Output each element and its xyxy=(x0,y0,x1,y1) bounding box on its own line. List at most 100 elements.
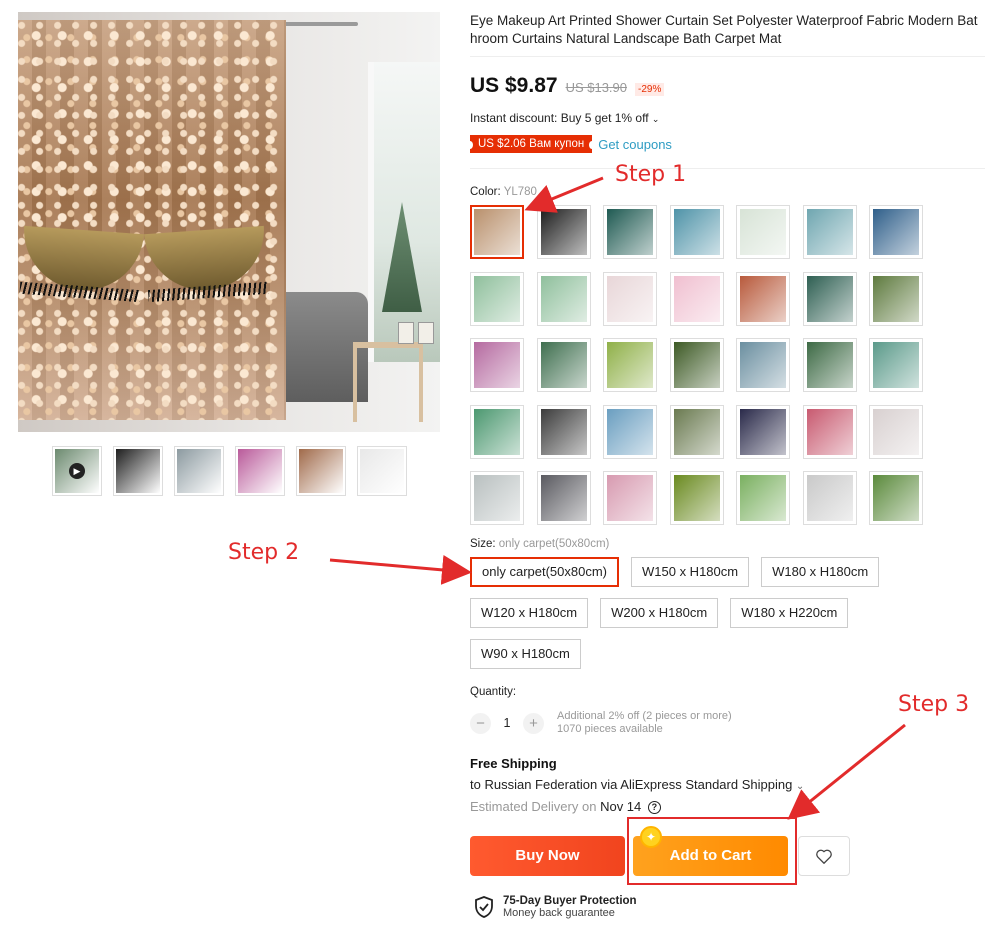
color-swatch[interactable] xyxy=(869,271,923,326)
size-option-w180-h180[interactable]: W180 x H180cm xyxy=(761,557,880,587)
color-swatch[interactable] xyxy=(802,471,857,525)
size-label-text: Size: xyxy=(470,538,496,550)
color-swatch[interactable] xyxy=(536,338,591,392)
color-swatch-image xyxy=(607,408,653,455)
color-swatch[interactable] xyxy=(669,471,724,525)
chevron-down-icon: ⌄ xyxy=(795,781,805,792)
get-coupons-link[interactable]: Get coupons xyxy=(598,137,672,152)
product-title: Eye Makeup Art Printed Shower Curtain Se… xyxy=(470,13,978,46)
color-swatch[interactable] xyxy=(802,205,857,259)
quantity-input[interactable]: 1 xyxy=(500,716,514,730)
color-swatch[interactable] xyxy=(470,205,524,259)
color-swatch[interactable] xyxy=(536,205,591,259)
main-product-image[interactable] xyxy=(18,12,440,432)
color-swatch[interactable] xyxy=(802,271,857,326)
color-swatch[interactable] xyxy=(669,271,724,326)
quantity-decrease-button[interactable]: − xyxy=(470,712,491,734)
color-swatch[interactable] xyxy=(869,471,923,525)
color-swatch-image xyxy=(806,275,853,322)
color-swatch[interactable] xyxy=(736,338,790,392)
estimated-delivery: Estimated Delivery on Nov 14 ? xyxy=(470,799,661,815)
color-swatch-image xyxy=(740,209,786,255)
color-swatch-image xyxy=(806,475,853,521)
color-swatch-image xyxy=(873,342,919,388)
size-option-w180-h220[interactable]: W180 x H220cm xyxy=(730,598,849,628)
bottle xyxy=(398,322,414,344)
estimated-delivery-date: Nov 14 xyxy=(600,799,642,814)
color-swatch-image xyxy=(673,408,720,455)
quantity-increase-button[interactable]: + xyxy=(523,712,544,734)
thumbnail-image xyxy=(238,449,282,493)
color-swatch[interactable] xyxy=(736,471,790,525)
instant-discount-text: Instant discount: Buy 5 get 1% off xyxy=(470,111,649,125)
color-swatch-image xyxy=(474,342,520,388)
color-swatch[interactable] xyxy=(470,471,524,525)
size-options: only carpet(50x80cm) W150 x H180cm W180 … xyxy=(470,557,890,669)
thumbnail-image xyxy=(360,449,404,493)
color-swatch-image xyxy=(474,209,520,255)
current-price: US $9.87 xyxy=(470,74,558,97)
buy-now-button[interactable]: Buy Now xyxy=(470,836,625,876)
color-label-text: Color: xyxy=(470,186,501,198)
size-selected-value: only carpet(50x80cm) xyxy=(498,538,610,550)
color-swatch[interactable] xyxy=(470,271,524,326)
thumbnail-image xyxy=(299,449,343,493)
color-swatch-image xyxy=(673,475,720,521)
color-swatch[interactable] xyxy=(470,404,524,459)
color-swatch-image xyxy=(806,209,853,255)
color-swatch[interactable] xyxy=(536,404,591,459)
color-swatch-image xyxy=(673,342,720,388)
color-swatch[interactable] xyxy=(802,338,857,392)
color-swatch[interactable] xyxy=(603,471,657,525)
thumbnail-image xyxy=(116,449,160,493)
size-option-w200-h180[interactable]: W200 x H180cm xyxy=(600,598,719,628)
color-swatch[interactable] xyxy=(603,404,657,459)
shipping-destination[interactable]: to Russian Federation via AliExpress Sta… xyxy=(470,777,804,792)
color-swatch[interactable] xyxy=(736,404,790,459)
shipping-title: Free Shipping xyxy=(470,756,557,771)
color-swatch[interactable] xyxy=(603,205,657,259)
buyer-protection-subtitle: Money back guarantee xyxy=(503,907,615,919)
quantity-label: Quantity: xyxy=(470,686,517,698)
color-swatch[interactable] xyxy=(536,271,591,326)
color-swatch[interactable] xyxy=(869,404,923,459)
quantity-discount-note: Additional 2% off (2 pieces or more) xyxy=(557,710,732,722)
color-swatch-image xyxy=(540,209,587,255)
color-swatch[interactable] xyxy=(470,338,524,392)
help-icon[interactable]: ? xyxy=(647,801,661,815)
instant-discount[interactable]: Instant discount: Buy 5 get 1% off ⌄ xyxy=(470,111,659,125)
thumbnail-video[interactable]: ▶ xyxy=(52,446,102,496)
size-option-w150-h180[interactable]: W150 x H180cm xyxy=(631,557,750,587)
color-swatch[interactable] xyxy=(869,205,923,259)
thumbnail[interactable] xyxy=(357,446,407,496)
size-option-only-carpet[interactable]: only carpet(50x80cm) xyxy=(470,557,619,587)
step3-arrow xyxy=(787,723,906,820)
color-swatch-image xyxy=(607,475,653,521)
color-swatch[interactable] xyxy=(669,338,724,392)
color-swatch[interactable] xyxy=(669,205,724,259)
color-swatch[interactable] xyxy=(736,205,790,259)
size-option-w120-h180[interactable]: W120 x H180cm xyxy=(470,598,589,628)
size-option-w90-h180[interactable]: W90 x H180cm xyxy=(470,639,581,669)
color-label: Color: YL780 xyxy=(470,186,537,198)
thumbnail[interactable] xyxy=(235,446,285,496)
thumbnail[interactable] xyxy=(174,446,224,496)
coupon-row: US $2.06 Вам купон Get coupons xyxy=(466,135,672,153)
color-swatch[interactable] xyxy=(603,271,657,326)
wishlist-button[interactable] xyxy=(798,836,850,876)
color-swatch[interactable] xyxy=(536,471,591,525)
thumbnail[interactable] xyxy=(296,446,346,496)
color-swatch[interactable] xyxy=(802,404,857,459)
color-swatch[interactable] xyxy=(669,404,724,459)
color-swatch-grid xyxy=(470,205,923,525)
color-swatch[interactable] xyxy=(869,338,923,392)
thumbnail[interactable] xyxy=(113,446,163,496)
original-price: US $13.90 xyxy=(565,80,627,95)
color-swatch[interactable] xyxy=(736,271,790,326)
color-swatch[interactable] xyxy=(603,338,657,392)
quantity-stepper: − 1 + Additional 2% off (2 pieces or mor… xyxy=(470,710,732,736)
color-swatch-image xyxy=(873,209,919,255)
color-swatch-image xyxy=(540,342,587,388)
thumbnail-image xyxy=(177,449,221,493)
chevron-down-icon: ⌄ xyxy=(651,114,660,124)
